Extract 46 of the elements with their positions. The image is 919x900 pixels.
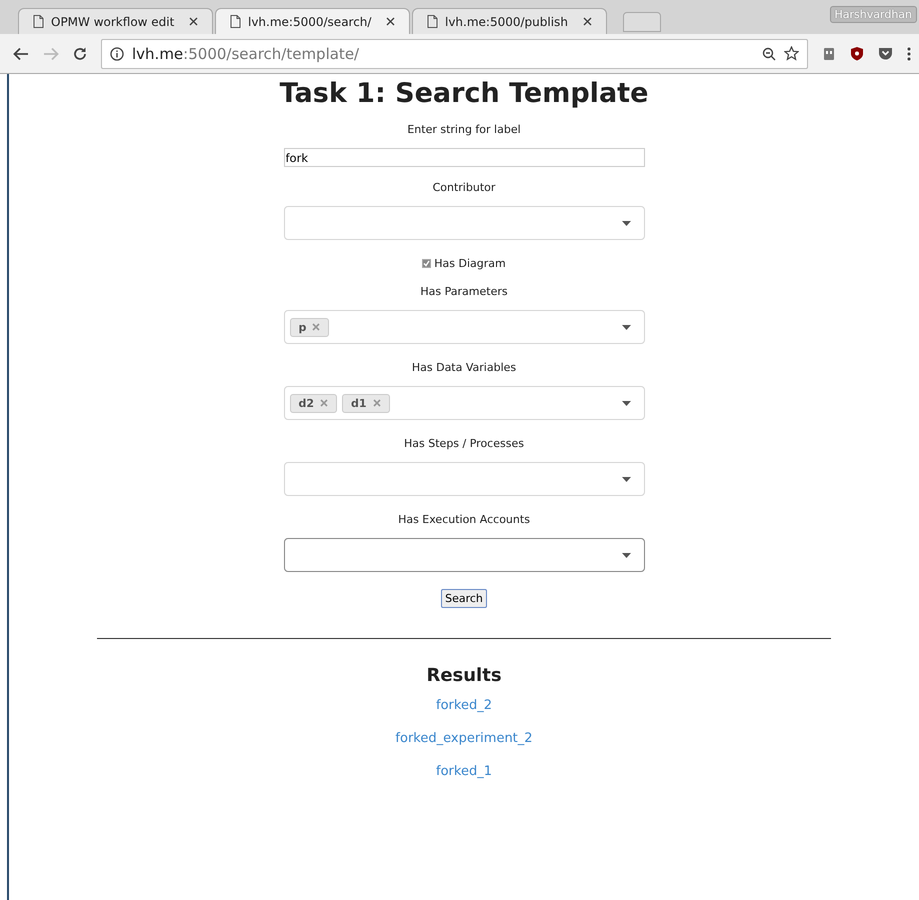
browser-tab[interactable]: lvh.me:5000/search/ — [215, 8, 410, 34]
checkbox-label: Has Diagram — [434, 257, 506, 270]
selected-tag[interactable]: d1 — [342, 394, 390, 412]
result-link[interactable]: forked_2 — [436, 698, 492, 713]
field-label: Contributor — [432, 181, 496, 194]
page-icon — [230, 15, 241, 28]
url-text: lvh.me:5000/search/template/ — [132, 44, 360, 62]
result-link[interactable]: forked_1 — [436, 764, 492, 779]
close-icon[interactable] — [583, 17, 592, 26]
multi-select-field[interactable]: d2 d1 — [284, 386, 644, 420]
caret-icon — [622, 476, 630, 482]
field-label: Has Execution Accounts — [398, 513, 530, 526]
close-icon[interactable] — [189, 17, 198, 26]
browser-tab[interactable]: OPMW workflow edit — [18, 8, 213, 34]
address-bar[interactable]: lvh.me:5000/search/template/ — [101, 38, 808, 68]
back-icon[interactable] — [13, 46, 29, 60]
field-label: Has Steps / Processes — [404, 437, 524, 450]
selected-tag[interactable]: d2 — [290, 394, 338, 412]
info-icon — [110, 46, 124, 60]
close-icon[interactable] — [386, 17, 395, 26]
selected-tag[interactable]: p — [290, 318, 330, 336]
multi-select-field[interactable]: p — [284, 310, 644, 344]
browser-tab[interactable]: lvh.me:5000/publish — [412, 8, 607, 34]
zoom-out-icon[interactable] — [762, 46, 776, 60]
page-icon — [427, 15, 438, 28]
page-title: Task 1: Search Template — [280, 78, 648, 109]
search-button[interactable]: Search — [441, 589, 487, 608]
field-label: Has Data Variables — [412, 361, 516, 374]
menu-icon[interactable] — [907, 46, 911, 60]
results-heading: Results — [426, 665, 502, 686]
reload-icon[interactable] — [73, 46, 87, 60]
star-icon[interactable] — [784, 46, 799, 61]
caret-icon — [622, 552, 630, 558]
caret-icon — [622, 220, 630, 226]
checkbox[interactable] — [422, 259, 432, 268]
label-input-field[interactable]: fork — [284, 148, 644, 167]
field-label: Has Parameters — [420, 285, 508, 298]
field-label: Enter string for label — [407, 123, 521, 136]
caret-icon — [622, 400, 630, 406]
multi-select-field[interactable] — [284, 538, 644, 572]
extension-icon[interactable] — [822, 46, 836, 60]
pocket-icon[interactable] — [878, 47, 893, 60]
result-link[interactable]: forked_experiment_2 — [395, 731, 533, 746]
shield-icon[interactable] — [850, 46, 864, 61]
page-icon — [33, 15, 44, 28]
caret-icon — [622, 324, 630, 330]
